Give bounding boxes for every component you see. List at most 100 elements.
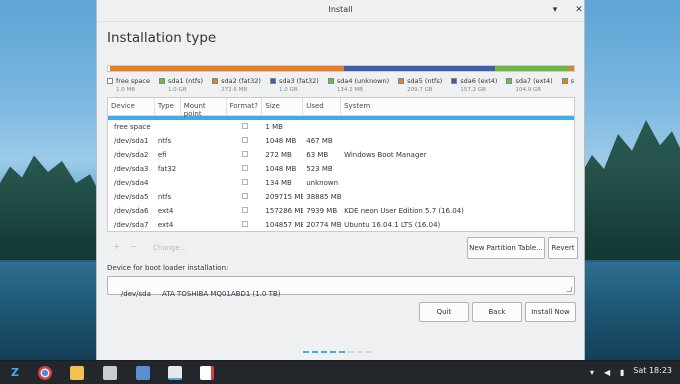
header-type[interactable]: Type	[155, 98, 181, 115]
format-checkbox[interactable]	[241, 151, 248, 157]
partition-toolbar: +− Change... New Partition Table... Reve…	[107, 237, 578, 259]
table-row[interactable]: /dev/sda2 efi 272 MB 63 MB Windows Boot Mana…	[108, 148, 574, 162]
format-checkbox[interactable]	[241, 221, 248, 227]
legend-size: 1.0 GB	[167, 87, 187, 93]
legend-label: sda7 (ext4)	[515, 77, 553, 85]
cell-mount-point	[181, 148, 227, 162]
legend-item: sda2 (fat32) 272.6 MB	[212, 77, 261, 95]
legend-label: sda3 (fat32)	[278, 77, 319, 85]
legend-item: sda6 (ext4) 157.2 GB	[451, 77, 497, 95]
header-used[interactable]: Used	[303, 98, 342, 115]
header-size[interactable]: Size	[262, 98, 304, 115]
legend-swatch	[327, 78, 334, 84]
add-partition-icon[interactable]: +	[113, 242, 130, 251]
cell-type: ext4	[157, 207, 174, 215]
install-now-button[interactable]: Install Now	[525, 302, 576, 322]
table-row[interactable]: free space 1 MB	[108, 120, 574, 134]
header-device[interactable]: Device	[108, 98, 155, 115]
legend-item: sda7 (ext4) 104.9 GB	[506, 77, 553, 95]
partition-bar-segment	[568, 66, 574, 71]
software-icon[interactable]	[136, 366, 150, 380]
close-icon[interactable]: ✕	[573, 4, 585, 16]
cell-device: /dev/sda6	[114, 207, 149, 215]
wifi-icon[interactable]: ▾	[590, 368, 594, 377]
table-row[interactable]: /dev/sda3 fat32 1048 MB 523 MB	[108, 162, 574, 176]
installer-icon[interactable]	[168, 366, 182, 380]
legend-size: 272.6 MB	[221, 87, 248, 93]
zorin-menu-icon[interactable]: Z	[8, 366, 22, 380]
cell-mount-point	[181, 134, 227, 148]
format-checkbox[interactable]	[241, 179, 248, 185]
table-row[interactable]: /dev/sda1 ntfs 1048 MB 467 MB	[108, 134, 574, 148]
cell-used: 38885 MB	[306, 193, 342, 201]
format-checkbox[interactable]	[241, 137, 248, 143]
cell-used: 63 MB	[306, 151, 329, 159]
legend-item: sda4 (unknown) 134.2 MB	[327, 77, 389, 95]
step-dot	[348, 351, 354, 353]
clock[interactable]: Sat 18:23	[633, 366, 672, 375]
header-system[interactable]: System	[341, 98, 574, 115]
files-icon[interactable]	[70, 366, 84, 380]
volume-icon[interactable]: ◀	[604, 368, 610, 377]
header-mount-point[interactable]: Mount point	[181, 98, 227, 118]
table-row[interactable]: /dev/sda5 ntfs 209715 MB 38885 MB	[108, 190, 574, 204]
minimize-icon[interactable]: ▾	[549, 4, 561, 16]
legend-size: 209.7 GB	[407, 87, 433, 93]
cell-used: 7939 MB	[306, 207, 338, 215]
boot-loader-select[interactable]: /dev/sda ATA TOSHIBA MQ01ABD1 (1.0 TB)	[107, 276, 575, 298]
legend-size: 1.0 MB	[116, 87, 136, 93]
format-checkbox[interactable]	[241, 193, 248, 199]
legend-swatch	[561, 78, 568, 84]
boot-device-description: ATA TOSHIBA MQ01ABD1 (1.0 TB)	[162, 290, 281, 298]
installer-window: Install ▾ ✕ Installation type free space…	[96, 0, 585, 362]
cell-used: 523 MB	[306, 165, 333, 173]
step-dot	[321, 351, 327, 353]
header-format[interactable]: Format?	[227, 98, 263, 115]
partition-bar-segment	[494, 66, 569, 71]
chrome-icon[interactable]	[38, 366, 52, 380]
partition-bar-segment	[117, 66, 344, 71]
document-icon[interactable]	[200, 366, 214, 380]
format-checkbox[interactable]	[241, 123, 248, 129]
partition-legend: free space 1.0 MB sda1 (ntfs) 1.0 GB sda2 (f…	[107, 77, 577, 95]
cell-type: fat32	[157, 165, 177, 173]
table-row[interactable]: /dev/sda7 ext4 104857 MB 20774 MB Ubuntu 16.…	[108, 218, 574, 232]
table-body: free space 1 MB/dev/sda1 ntfs 1048 MB 467 MB…	[108, 120, 574, 232]
back-button[interactable]: Back	[472, 302, 522, 322]
change-button[interactable]: Change...	[153, 244, 186, 252]
legend-item: sda1 (ntfs) 1.0 GB	[158, 77, 203, 95]
step-dot	[357, 351, 363, 353]
table-row[interactable]: /dev/sda6 ext4 157286 MB 7939 MB KDE neon Us…	[108, 204, 574, 218]
legend-swatch	[212, 78, 219, 84]
legend-label: sda5 (ntfs)	[407, 77, 443, 85]
format-checkbox[interactable]	[241, 207, 248, 213]
title-bar[interactable]: Install ▾ ✕	[97, 0, 584, 22]
table-row[interactable]: /dev/sda4 134 MB unknown	[108, 176, 574, 190]
legend-size: 1.0 GB	[278, 87, 298, 93]
cell-system	[341, 120, 574, 134]
format-checkbox[interactable]	[241, 165, 248, 171]
add-remove-icons[interactable]: +−	[113, 242, 146, 251]
cell-mount-point	[181, 176, 227, 190]
folder-icon[interactable]	[103, 366, 117, 380]
cell-type: ntfs	[157, 193, 172, 201]
cell-mount-point	[181, 204, 227, 218]
legend-item: s	[561, 77, 574, 95]
quit-button[interactable]: Quit	[419, 302, 469, 322]
cell-size: 104857 MB	[265, 221, 304, 229]
revert-button[interactable]: Revert	[548, 237, 578, 259]
partition-bar	[107, 65, 575, 72]
page-title: Installation type	[107, 30, 217, 46]
step-dot	[312, 351, 318, 353]
cell-size: 1048 MB	[265, 165, 297, 173]
cell-size: 134 MB	[265, 179, 292, 187]
cell-format	[227, 134, 263, 148]
step-dot	[303, 351, 309, 353]
remove-partition-icon[interactable]: −	[130, 242, 147, 251]
cell-system: Ubuntu 16.04.1 LTS (16.04)	[344, 221, 441, 229]
battery-icon[interactable]: ▮	[620, 368, 624, 377]
step-dot	[330, 351, 336, 353]
cell-system: KDE neon User Edition 5.7 (16.04)	[344, 207, 464, 215]
new-partition-table-button[interactable]: New Partition Table...	[467, 237, 545, 259]
cell-format	[227, 148, 263, 162]
